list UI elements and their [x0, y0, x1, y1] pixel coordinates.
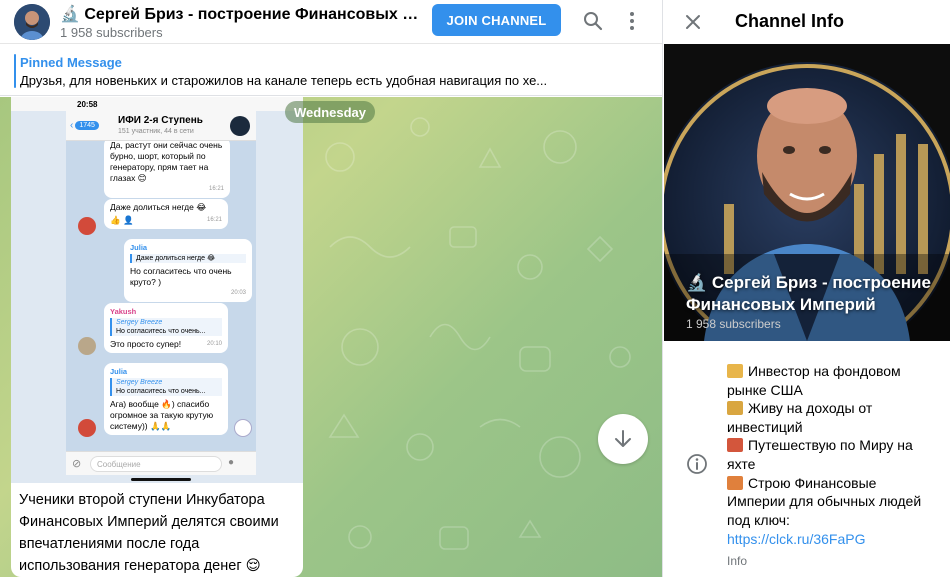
phone-message-4: Yakush Sergey Breeze Но согласитесь что о… [104, 303, 228, 353]
subscriber-count: 1 958 subscribers [60, 24, 163, 40]
money-bag-emoji-icon [727, 401, 743, 416]
phone-message-5: Julia Sergey Breeze Но согласитесь что оч… [104, 363, 228, 435]
channel-avatar[interactable] [14, 3, 50, 40]
channel-description: Инвестор на фондовом рынке США Живу на д… [727, 362, 937, 571]
about-line-2: Живу на доходы от инвестиций [727, 400, 873, 435]
phone-message-3-sender: Julia [130, 243, 148, 252]
channel-post: 20:58 ‹ 1745 ИФИ 2-я Ступень 151 участник… [11, 97, 303, 577]
phone-status-bar: 20:58 [11, 97, 303, 111]
more-vertical-icon[interactable] [617, 6, 647, 36]
chat-column: 🔬 Сергей Бриз - построение Финансовых Им… [0, 0, 662, 577]
phone-avatar-1 [78, 217, 96, 235]
pinned-title: Pinned Message [20, 55, 122, 70]
phone-message-2-text: Даже долиться негде 😂 [110, 202, 207, 212]
close-icon[interactable] [681, 10, 705, 34]
phone-message-4-quote-sender: Sergey Breeze [116, 319, 163, 326]
pinned-accent-bar [14, 54, 16, 88]
profile-channel-name: 🔬 Сергей Бриз - построение Финансовых Им… [686, 273, 931, 314]
phone-scroll-down-icon [234, 419, 252, 437]
info-title: Channel Info [735, 11, 844, 31]
about-line-1: Инвестор на фондовом рынке США [727, 363, 901, 398]
pinned-message-bar[interactable]: Pinned Message Друзья, для новеньких и с… [0, 44, 662, 96]
phone-message-2-time: 16:21 [206, 217, 222, 223]
date-separator: Wednesday [285, 101, 376, 123]
people-emoji-icon [727, 475, 743, 490]
phone-message-5-quote: Но согласитесь что очень... [116, 388, 206, 395]
profile-subscriber-count: 1 958 subscribers [686, 317, 781, 331]
phone-chat-subtitle: 151 участник, 44 в сети [118, 128, 194, 135]
phone-message-2-reactions: 👍 👤 [110, 215, 134, 225]
phone-chat-header: ‹ 1745 ИФИ 2-я Ступень 151 участник, 44 в… [66, 111, 256, 141]
scroll-down-button[interactable] [598, 414, 648, 464]
phone-message-4-quote: Но согласитесь что очень... [116, 328, 206, 335]
phone-mic-icon: ● [228, 457, 235, 468]
post-caption: Ученики второй ступени Инкубатора Финанс… [19, 492, 279, 574]
search-icon[interactable] [578, 6, 608, 36]
phone-message-3-quote: Даже долиться негде 😂 [130, 254, 246, 263]
pinned-text: Друзья, для новеньких и старожилов на ка… [20, 73, 548, 88]
phone-avatar-3 [78, 419, 96, 437]
phone-message-2: Даже долиться негде 😂 👍 👤 16:21 [104, 199, 228, 229]
chat-header: 🔬 Сергей Бриз - построение Финансовых Им… [0, 0, 662, 44]
phone-home-indicator [131, 478, 191, 481]
phone-message-1-time: 16:21 [208, 186, 224, 192]
channel-profile-photo[interactable]: 🔬 Сергей Бриз - построение Финансовых Им… [664, 44, 950, 341]
join-channel-button[interactable]: JOIN CHANNEL [432, 4, 561, 36]
chat-background: 20:58 ‹ 1745 ИФИ 2-я Ступень 151 участник… [0, 97, 662, 577]
phone-chat-title: ИФИ 2-я Ступень [118, 115, 203, 126]
info-label: Info [727, 553, 748, 568]
phone-back-button: ‹ 1745 [70, 120, 99, 131]
bank-emoji-icon [727, 364, 743, 378]
channel-title: 🔬 Сергей Бриз - построение Финансовых Им… [60, 5, 420, 23]
arrow-down-icon [615, 430, 631, 447]
channel-titles[interactable]: 🔬 Сергей Бриз - построение Финансовых Им… [60, 4, 420, 40]
phone-message-input: Сообщение [90, 456, 222, 472]
phone-message-5-sender: Julia [110, 367, 128, 376]
phone-attach-icon: ⊘ [72, 458, 82, 470]
phone-message-4-time: 20:10 [206, 341, 222, 347]
phone-message-1: Да, растут они сейчас очень бурно, шорт,… [104, 141, 230, 198]
phone-message-5-text: Ага) вообще 🔥) спасибо огромное за такую… [110, 399, 214, 431]
about-line-4: Строю Финансовые Империи для обычных люд… [727, 474, 922, 528]
phone-input-bar: ⊘ Сообщение ● [66, 451, 256, 475]
phone-message-3-text: Но согласитесь что очень круто? ) [130, 266, 232, 287]
phone-avatar-2 [78, 337, 96, 355]
phone-message-3-time: 20:03 [230, 290, 246, 296]
phone-message-3: Julia Даже долиться негде 😂 Но согласите… [124, 239, 252, 302]
phone-message-1-text: Да, растут они сейчас очень бурно, шорт,… [110, 141, 223, 183]
about-line-3: Путешествую по Миру на яхте [727, 437, 913, 472]
channel-info-panel: Channel Info 🔬 Сергей Бриз - построение … [662, 0, 950, 577]
post-screenshot-image[interactable]: 20:58 ‹ 1745 ИФИ 2-я Ступень 151 участник… [11, 97, 303, 483]
yacht-emoji-icon [727, 438, 743, 453]
phone-back-badge: 1745 [75, 121, 99, 130]
phone-chat-area: Да, растут они сейчас очень бурно, шорт,… [66, 141, 256, 451]
phone-message-4-sender: Yakush [110, 307, 137, 316]
channel-link[interactable]: https://clck.ru/36FaPG [727, 530, 937, 549]
info-header: Channel Info [663, 0, 950, 44]
info-circle-icon [687, 454, 707, 474]
phone-group-logo [230, 116, 250, 136]
phone-message-4-text: Это просто супер! [110, 339, 182, 349]
phone-message-5-quote-sender: Sergey Breeze [116, 379, 163, 386]
